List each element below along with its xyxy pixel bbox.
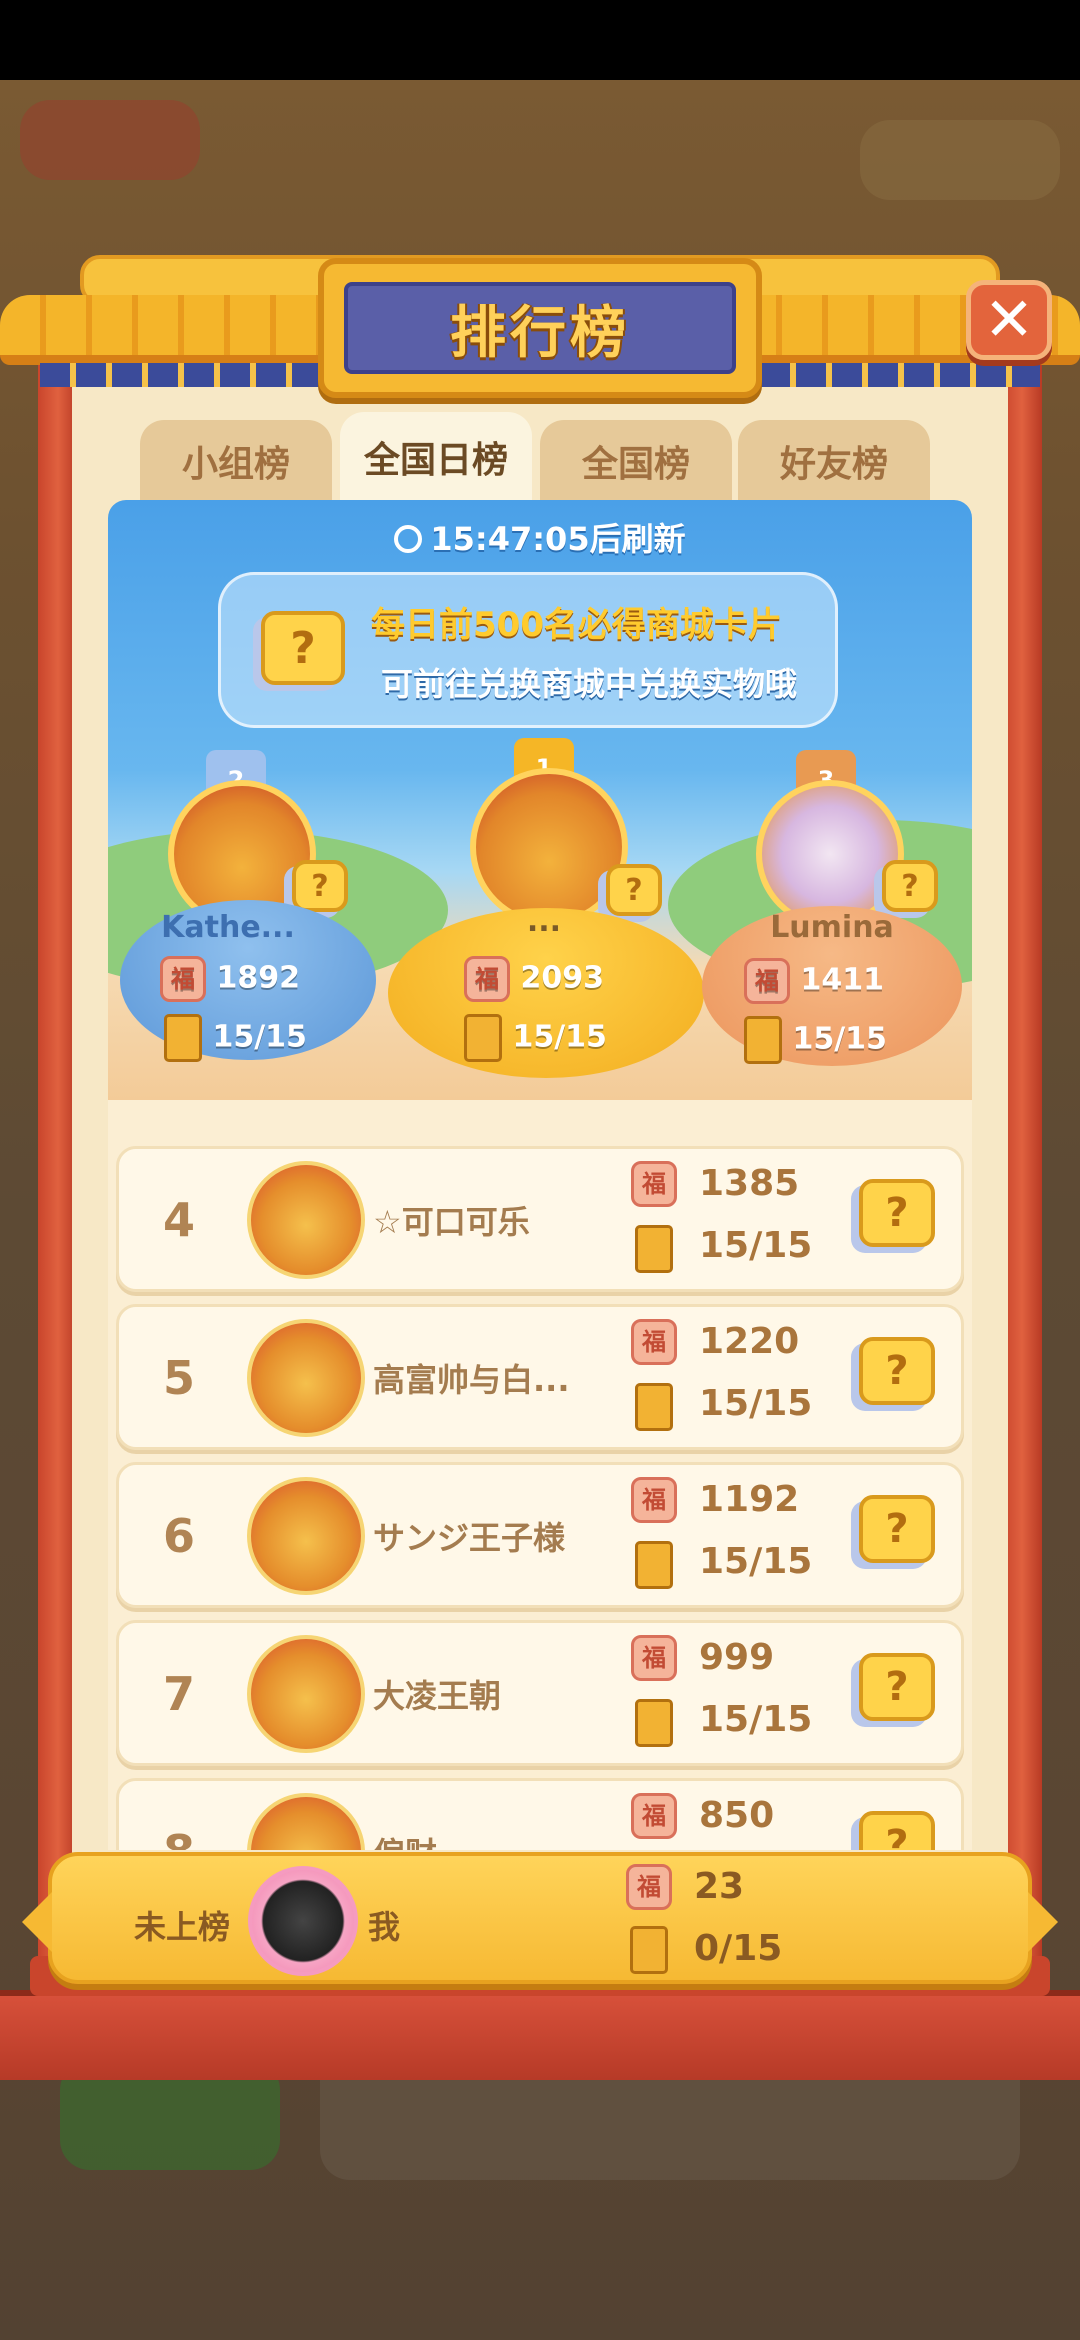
fortune-icon: 福 bbox=[631, 1319, 677, 1365]
mystery-card-icon: ? bbox=[261, 611, 345, 685]
player-score: 999 bbox=[699, 1637, 775, 1678]
avatar bbox=[247, 1635, 365, 1753]
player-progress: 15/15 bbox=[512, 1019, 607, 1055]
mystery-card-icon: ? bbox=[882, 860, 938, 912]
rank-number: 7 bbox=[162, 1667, 195, 1721]
frame-base bbox=[0, 1956, 1080, 2080]
list-item[interactable]: 4 ☆可口可乐 福 1385 15/15 ? bbox=[116, 1146, 964, 1292]
my-progress: 0/15 bbox=[694, 1928, 783, 1969]
tab-national[interactable]: 全国榜 bbox=[540, 420, 732, 502]
mystery-card-icon: ? bbox=[292, 860, 348, 912]
mystery-card-icon[interactable]: ? bbox=[859, 1179, 935, 1247]
list-item[interactable]: 6 サンジ王子様 福 1192 15/15 ? bbox=[116, 1462, 964, 1608]
player-score: 1385 bbox=[699, 1163, 800, 1204]
player-name: 大凌王朝 bbox=[373, 1677, 502, 1715]
list-item[interactable]: 5 高富帅与白... 福 1220 15/15 ? bbox=[116, 1304, 964, 1450]
my-name: 我 bbox=[368, 1908, 401, 1946]
player-progress: 15/15 bbox=[212, 1019, 307, 1055]
player-score: 1892 bbox=[216, 960, 300, 996]
list-item[interactable]: 7 大凌王朝 福 999 15/15 ? bbox=[116, 1620, 964, 1766]
book-icon bbox=[635, 1383, 673, 1431]
player-name: ☆可口可乐 bbox=[373, 1203, 530, 1241]
book-icon bbox=[630, 1926, 668, 1974]
player-progress: 15/15 bbox=[699, 1225, 813, 1266]
mystery-card-icon[interactable]: ? bbox=[859, 1653, 935, 1721]
book-icon bbox=[635, 1699, 673, 1747]
promo-line-2: 可前往兑换商城中兑换实物哦 bbox=[381, 665, 798, 703]
tab-national-daily[interactable]: 全国日榜 bbox=[340, 412, 532, 502]
player-name: Kathe... bbox=[161, 910, 295, 945]
player-score: 1192 bbox=[699, 1479, 800, 1520]
rank-number: 4 bbox=[162, 1193, 195, 1247]
player-progress: 15/15 bbox=[699, 1383, 813, 1424]
player-score: 850 bbox=[699, 1795, 775, 1836]
player-name: サンジ王子様 bbox=[373, 1519, 566, 1557]
fortune-icon: 福 bbox=[631, 1477, 677, 1523]
fortune-icon: 福 bbox=[631, 1635, 677, 1681]
my-score: 23 bbox=[694, 1866, 745, 1907]
timer-time: 15:47:05 bbox=[430, 520, 590, 558]
fortune-icon: 福 bbox=[631, 1161, 677, 1207]
refresh-timer: 15:47:05后刷新 bbox=[108, 514, 972, 560]
timer-suffix: 后刷新 bbox=[589, 520, 686, 558]
title-plaque: 排行榜 bbox=[318, 258, 762, 398]
book-icon bbox=[744, 1016, 782, 1064]
tab-group[interactable]: 小组榜 bbox=[140, 420, 332, 502]
player-name: 高富帅与白... bbox=[373, 1361, 570, 1399]
promo-line-1: 每日前500名必得商城卡片 bbox=[371, 605, 782, 645]
rank-number: 6 bbox=[162, 1509, 195, 1563]
player-score: 1220 bbox=[699, 1321, 800, 1362]
avatar bbox=[247, 1319, 365, 1437]
player-score: 1411 bbox=[800, 962, 884, 998]
fortune-icon: 福 bbox=[631, 1793, 677, 1839]
tab-friends[interactable]: 好友榜 bbox=[738, 420, 930, 502]
podium-rank-1[interactable]: 1 ? ... 福 2093 15/15 bbox=[384, 738, 704, 1100]
avatar bbox=[247, 1477, 365, 1595]
tab-bar: 小组榜 全国日榜 全国榜 好友榜 bbox=[140, 412, 940, 502]
top3-board: 15:47:05后刷新 ? 每日前500名必得商城卡片 可前往兑换商城中兑换实物… bbox=[108, 500, 972, 1100]
player-name: Lumina bbox=[770, 910, 894, 945]
rank-number: 5 bbox=[162, 1351, 195, 1405]
avatar bbox=[247, 1793, 365, 1850]
ranking-list[interactable]: 4 ☆可口可乐 福 1385 15/15 ? 5 高富帅与白... 福 1220… bbox=[108, 1100, 972, 1850]
mystery-card-icon[interactable]: ? bbox=[859, 1811, 935, 1850]
player-name: 偏财 bbox=[373, 1829, 613, 1850]
book-icon bbox=[164, 1014, 202, 1062]
fortune-icon: 福 bbox=[626, 1864, 672, 1910]
player-progress: 15/15 bbox=[699, 1541, 813, 1582]
avatar bbox=[470, 768, 628, 926]
player-progress: 15/15 bbox=[792, 1021, 887, 1057]
podium-rank-2[interactable]: 2 ? Kathe... 福 1892 15/15 bbox=[108, 750, 388, 1100]
mystery-card-icon[interactable]: ? bbox=[859, 1337, 935, 1405]
close-button[interactable]: ✕ bbox=[966, 280, 1052, 360]
my-avatar bbox=[248, 1866, 358, 1976]
podium-rank-3[interactable]: 3 ? Lumina 福 1411 15/15 bbox=[698, 750, 972, 1100]
book-icon bbox=[464, 1014, 502, 1062]
player-name: ... bbox=[526, 904, 562, 939]
my-rank-bar[interactable]: 未上榜 我 福 23 0/15 bbox=[22, 1852, 1058, 1984]
book-icon bbox=[635, 1541, 673, 1589]
fortune-icon: 福 bbox=[464, 956, 510, 1002]
fortune-icon: 福 bbox=[160, 956, 206, 1002]
avatar bbox=[247, 1161, 365, 1279]
player-score: 2093 bbox=[520, 960, 604, 996]
mystery-card-icon[interactable]: ? bbox=[859, 1495, 935, 1563]
list-item[interactable]: 8 偏财 福 850 ? bbox=[116, 1778, 964, 1850]
status-bar bbox=[0, 0, 1080, 80]
rank-number: 8 bbox=[149, 1825, 209, 1850]
fortune-icon: 福 bbox=[744, 958, 790, 1004]
book-icon bbox=[635, 1225, 673, 1273]
promo-banner: ? 每日前500名必得商城卡片 可前往兑换商城中兑换实物哦 bbox=[218, 572, 838, 728]
player-progress: 15/15 bbox=[699, 1699, 813, 1740]
frame-right-pillar bbox=[1002, 360, 1042, 2020]
page-title: 排行榜 bbox=[450, 300, 630, 366]
clock-icon bbox=[394, 525, 423, 553]
my-rank-status: 未上榜 bbox=[134, 1908, 231, 1946]
